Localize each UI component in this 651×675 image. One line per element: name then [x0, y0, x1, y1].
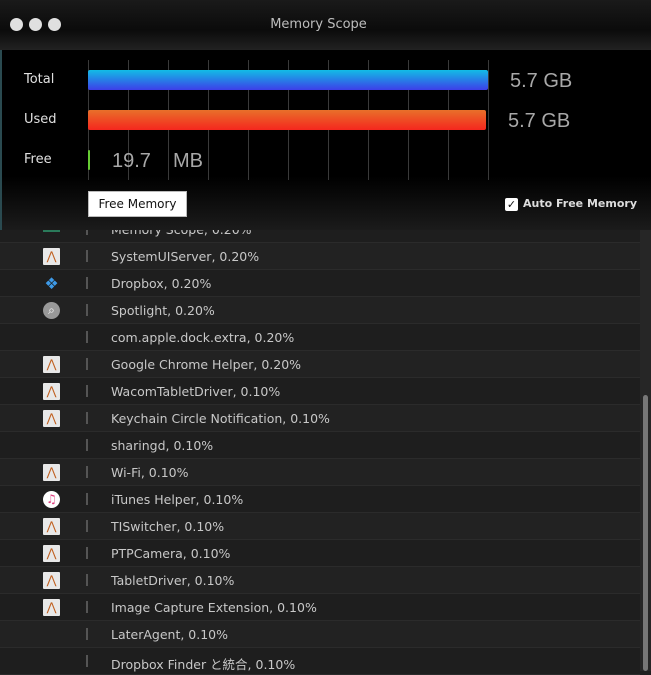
title-bar: Memory Scope	[0, 0, 651, 50]
process-row[interactable]: ⋀ TISwitcher, 0.10%	[0, 513, 640, 540]
process-name: LaterAgent, 0.10%	[111, 627, 229, 642]
process-row[interactable]: LaterAgent, 0.10%	[0, 621, 640, 648]
process-row[interactable]: ⋀ Google Chrome Helper, 0.20%	[0, 351, 640, 378]
used-label: Used	[24, 112, 57, 127]
process-row[interactable]: ⋀ WacomTabletDriver, 0.10%	[0, 378, 640, 405]
process-name: Dropbox, 0.20%	[111, 276, 212, 291]
doc-app-icon: ⋀	[43, 572, 60, 589]
usage-bar	[86, 385, 88, 397]
auto-free-label[interactable]: Auto Free Memory	[523, 197, 637, 210]
usage-bar	[86, 601, 88, 613]
used-value: 5.7 GB	[508, 110, 571, 132]
process-row[interactable]: ⋀ Wi-Fi, 0.10%	[0, 459, 640, 486]
usage-bar	[86, 412, 88, 424]
usage-bar	[86, 304, 88, 316]
usage-bar	[86, 628, 88, 640]
usage-bar	[86, 574, 88, 586]
process-name: Keychain Circle Notification, 0.10%	[111, 411, 330, 426]
process-name: TISwitcher, 0.10%	[111, 519, 225, 534]
auto-free-checkbox[interactable]: ✓	[505, 198, 518, 211]
process-row[interactable]: ⌕ Spotlight, 0.20%	[0, 297, 640, 324]
process-row[interactable]: ❖ Dropbox, 0.20%	[0, 270, 640, 297]
process-name: iTunes Helper, 0.10%	[111, 492, 244, 507]
doc-app-icon: ⋀	[43, 464, 60, 481]
process-name: TabletDriver, 0.10%	[111, 573, 235, 588]
usage-bar	[86, 439, 88, 451]
process-row[interactable]: ⋀ TabletDriver, 0.10%	[0, 567, 640, 594]
process-name: Spotlight, 0.20%	[111, 303, 215, 318]
process-name: Google Chrome Helper, 0.20%	[111, 357, 302, 372]
doc-app-icon: ⋀	[43, 248, 60, 265]
process-row[interactable]: com.apple.dock.extra, 0.20%	[0, 324, 640, 351]
doc-app-icon: ⋀	[43, 356, 60, 373]
free-bar	[88, 150, 90, 170]
total-label: Total	[24, 72, 55, 87]
process-row[interactable]: ⋀ Image Capture Extension, 0.10%	[0, 594, 640, 621]
usage-bar	[86, 331, 88, 343]
free-unit: MB	[173, 150, 203, 172]
doc-app-icon: ⋀	[43, 518, 60, 535]
process-name: Image Capture Extension, 0.10%	[111, 600, 317, 615]
process-name: sharingd, 0.10%	[111, 438, 214, 453]
doc-app-icon: ⋀	[43, 410, 60, 427]
doc-app-icon: ⋀	[43, 545, 60, 562]
doc-app-icon: ⋀	[43, 599, 60, 616]
process-name: Dropbox Finder と統合, 0.10%	[111, 657, 296, 672]
free-label: Free	[24, 152, 52, 167]
usage-bar	[86, 547, 88, 559]
spot-app-icon: ⌕	[43, 302, 60, 319]
usage-bar	[86, 655, 88, 667]
itunes-app-icon: ♫	[43, 491, 60, 508]
total-bar	[88, 70, 488, 90]
scrollbar[interactable]	[640, 230, 651, 671]
usage-bar	[86, 277, 88, 289]
process-name: PTPCamera, 0.10%	[111, 546, 231, 561]
process-name: Wi-Fi, 0.10%	[111, 465, 189, 480]
scrollbar-thumb[interactable]	[643, 395, 648, 671]
usage-bar	[86, 250, 88, 262]
doc-app-icon: ⋀	[43, 383, 60, 400]
free-memory-button[interactable]: Free Memory	[88, 191, 187, 217]
process-row[interactable]: sharingd, 0.10%	[0, 432, 640, 459]
usage-bar	[86, 358, 88, 370]
process-row[interactable]: ♫ iTunes Helper, 0.10%	[0, 486, 640, 513]
process-row[interactable]: ⋀ Keychain Circle Notification, 0.10%	[0, 405, 640, 432]
process-list: Memory Scope, 0.20%⋀SystemUIServer, 0.20…	[0, 216, 640, 675]
process-row[interactable]: ⋀ PTPCamera, 0.10%	[0, 540, 640, 567]
free-value: 19.7	[112, 150, 151, 172]
window-title: Memory Scope	[270, 17, 367, 32]
process-name: com.apple.dock.extra, 0.20%	[111, 330, 295, 345]
process-name: WacomTabletDriver, 0.10%	[111, 384, 281, 399]
process-row[interactable]: ⋀ SystemUIServer, 0.20%	[0, 243, 640, 270]
total-value: 5.7 GB	[510, 70, 573, 92]
usage-bar	[86, 520, 88, 532]
dropbox-app-icon: ❖	[44, 274, 59, 293]
process-name: SystemUIServer, 0.20%	[111, 249, 260, 264]
memory-summary-panel: Total Used Free 5.7 GB 5.7 GB 19.7 MB Fr…	[0, 50, 651, 230]
usage-bar	[86, 493, 88, 505]
grid-line	[488, 60, 489, 180]
usage-bar	[86, 466, 88, 478]
used-bar	[88, 110, 486, 130]
